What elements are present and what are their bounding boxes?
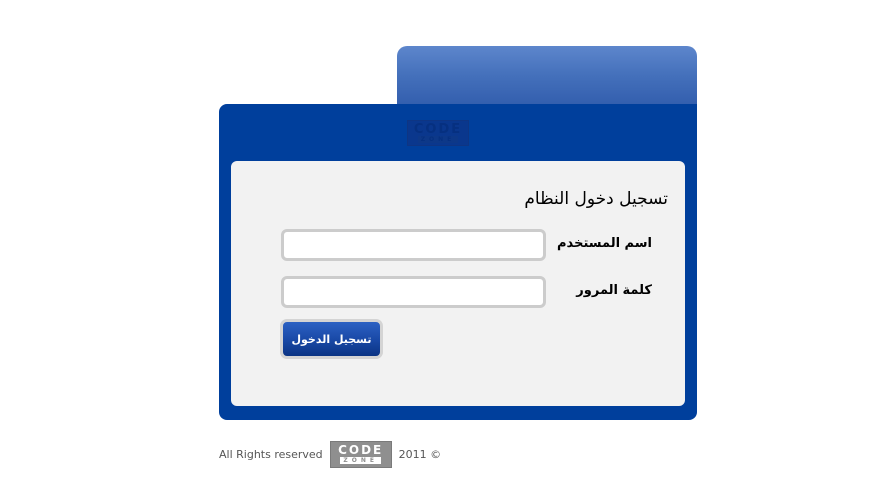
footer-logo-bottom-text: ZONE: [340, 457, 381, 464]
footer-logo-top-text: CODE: [338, 443, 384, 457]
username-input[interactable]: [281, 229, 546, 261]
login-card: تسجيل دخول النظام اسم المستخدم كلمة المر…: [231, 161, 685, 406]
footer: All Rights reserved CODE ZONE 2011 ©: [219, 440, 441, 468]
password-input[interactable]: [281, 276, 546, 308]
footer-rights: All Rights reserved: [219, 447, 323, 461]
footer-year: 2011 ©: [398, 447, 442, 461]
footer-logo: CODE ZONE: [329, 440, 392, 468]
form-title: تسجيل دخول النظام: [524, 189, 668, 209]
login-button[interactable]: تسجيل الدخول: [280, 319, 383, 359]
code-zone-logo: CODE ZONE: [407, 120, 469, 146]
password-label: كلمة المرور: [576, 283, 652, 298]
login-panel: CODE ZONE تسجيل دخول النظام اسم المستخدم…: [219, 104, 697, 420]
logo-top-text: CODE: [413, 122, 463, 137]
logo-bottom-text: ZONE: [417, 136, 459, 143]
username-label: اسم المستخدم: [557, 236, 652, 251]
header-tab: [397, 46, 697, 112]
